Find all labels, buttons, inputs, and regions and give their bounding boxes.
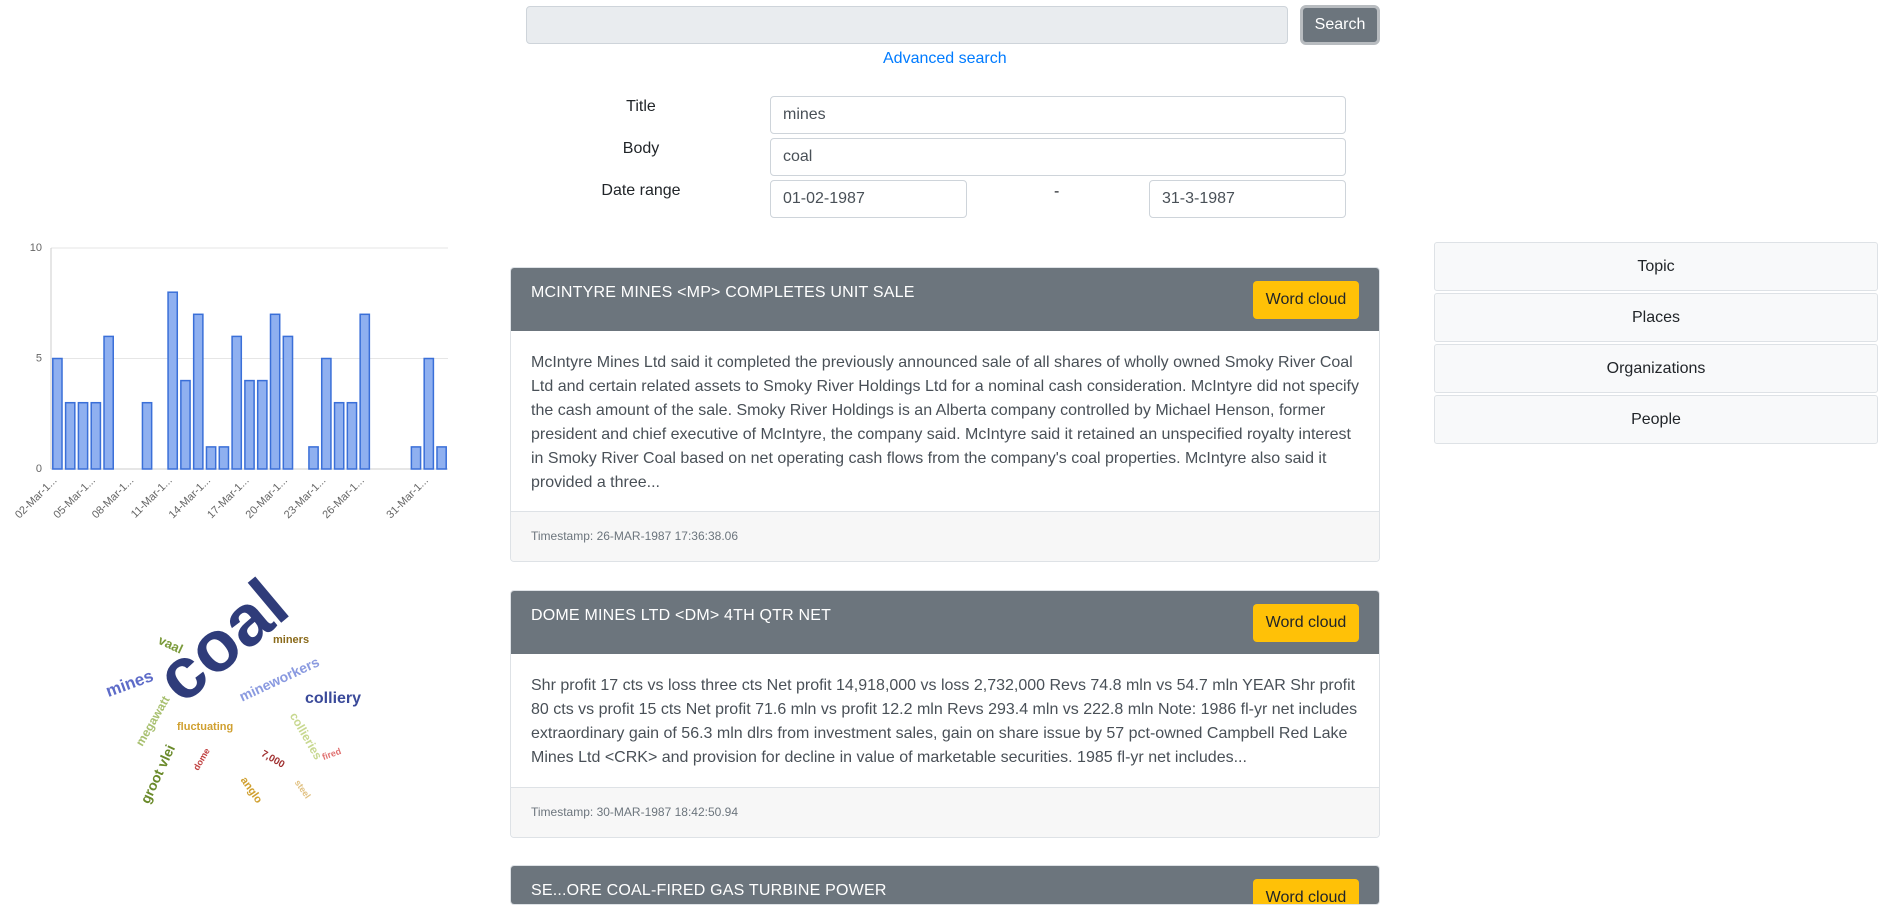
word-cloud-word: fluctuating bbox=[177, 721, 234, 733]
chart-bar bbox=[244, 379, 255, 470]
x-tick-label: 26-Mar-1... bbox=[320, 475, 367, 522]
date-range-label: Date range bbox=[601, 182, 681, 199]
article-body: McIntyre Mines Ltd said it completed the… bbox=[531, 354, 1359, 491]
chart-bar bbox=[436, 446, 447, 470]
x-tick-label: 08-Mar-1... bbox=[90, 475, 137, 522]
article-header: MCINTYRE MINES <MP> COMPLETES UNIT SALE … bbox=[511, 268, 1379, 331]
article-card: DOME MINES LTD <DM> 4TH QTR NET Word clo… bbox=[510, 590, 1380, 838]
word-cloud-word: colliery bbox=[305, 690, 362, 707]
article-timestamp: Timestamp: 30-MAR-1987 18:42:50.94 bbox=[511, 787, 1379, 837]
search-input[interactable] bbox=[526, 6, 1288, 44]
word-cloud-button[interactable]: Word cloud bbox=[1253, 879, 1359, 904]
article-card: SE...ORE COAL-FIRED GAS TURBINE POWER Wo… bbox=[510, 865, 1380, 905]
word-cloud-button[interactable]: Word cloud bbox=[1253, 281, 1359, 319]
chart-bar bbox=[180, 379, 191, 470]
word-cloud-word: collieries bbox=[286, 709, 326, 763]
word-cloud-word: anglo bbox=[237, 774, 265, 806]
x-tick-label: 31-Mar-1... bbox=[384, 475, 431, 522]
chart-bar bbox=[256, 379, 268, 470]
chart-bar bbox=[205, 446, 217, 470]
word-cloud-word: mines bbox=[103, 666, 156, 701]
chart-bar bbox=[90, 401, 102, 470]
word-cloud-word: miners bbox=[273, 634, 310, 646]
articles-per-day-chart: 0 5 10 02-Mar-1... 05-Mar-1... 08-Mar-1... 11-… bbox=[0, 238, 460, 538]
body-field[interactable] bbox=[770, 138, 1346, 176]
article-header: DOME MINES LTD <DM> 4TH QTR NET Word clo… bbox=[511, 591, 1379, 654]
title-label: Title bbox=[626, 98, 656, 115]
word-cloud-word: 7,000 bbox=[259, 748, 287, 771]
chart-bar bbox=[77, 401, 89, 470]
word-cloud-word: groot vlei bbox=[136, 742, 179, 806]
article-body: Shr profit 17 cts vs loss three cts Net … bbox=[531, 677, 1358, 766]
chart-bar bbox=[333, 401, 345, 470]
chart-bar bbox=[64, 401, 76, 470]
word-cloud-word: fired bbox=[320, 745, 343, 763]
chart-bar bbox=[52, 357, 63, 470]
chart-bar bbox=[192, 313, 204, 470]
word-cloud-word: megawatt bbox=[132, 693, 173, 749]
advanced-search-link[interactable]: Advanced search bbox=[883, 50, 1007, 68]
y-tick-label: 0 bbox=[36, 463, 42, 475]
article-title: SE...ORE COAL-FIRED GAS TURBINE POWER bbox=[531, 882, 887, 899]
word-cloud-word: dome bbox=[191, 746, 212, 773]
chart-bar bbox=[308, 446, 319, 470]
chart-bar bbox=[141, 401, 153, 470]
bar-chart: 051002-Mar-1...05-Mar-1...08-Mar-1...11-… bbox=[13, 242, 448, 522]
date-from-field[interactable] bbox=[770, 180, 967, 218]
facet-people[interactable]: People bbox=[1434, 395, 1878, 444]
chart-bar bbox=[282, 335, 294, 470]
chart-bar bbox=[218, 446, 230, 470]
date-to-field[interactable] bbox=[1149, 180, 1346, 218]
chart-bar bbox=[103, 335, 114, 470]
facet-topic[interactable]: Topic bbox=[1434, 242, 1878, 291]
chart-bar bbox=[269, 313, 281, 470]
facet-organizations[interactable]: Organizations bbox=[1434, 344, 1878, 393]
chart-bar bbox=[231, 335, 243, 470]
article-header: SE...ORE COAL-FIRED GAS TURBINE POWER Wo… bbox=[511, 866, 1379, 904]
chart-bar bbox=[320, 357, 332, 470]
article-title: MCINTYRE MINES <MP> COMPLETES UNIT SALE bbox=[531, 284, 915, 301]
word-cloud: coal mines vaal miners mineworkers colliery me… bbox=[103, 564, 380, 825]
y-tick-label: 5 bbox=[36, 353, 42, 365]
search-button[interactable]: Search bbox=[1300, 5, 1380, 45]
date-separator: - bbox=[1054, 183, 1060, 200]
title-field[interactable] bbox=[770, 96, 1346, 134]
chart-bar bbox=[359, 313, 371, 470]
body-label: Body bbox=[622, 140, 660, 157]
article-title: DOME MINES LTD <DM> 4TH QTR NET bbox=[531, 607, 832, 624]
word-cloud-word: steel bbox=[292, 777, 313, 801]
word-cloud-button[interactable]: Word cloud bbox=[1253, 604, 1359, 642]
facet-places[interactable]: Places bbox=[1434, 293, 1878, 342]
chart-bar bbox=[346, 401, 358, 470]
y-tick-label: 10 bbox=[30, 242, 42, 254]
chart-bar bbox=[410, 446, 422, 470]
chart-bar bbox=[423, 357, 435, 470]
article-timestamp: Timestamp: 26-MAR-1987 17:36:38.06 bbox=[511, 511, 1379, 561]
chart-bar bbox=[167, 291, 179, 470]
article-card: MCINTYRE MINES <MP> COMPLETES UNIT SALE … bbox=[510, 267, 1380, 562]
